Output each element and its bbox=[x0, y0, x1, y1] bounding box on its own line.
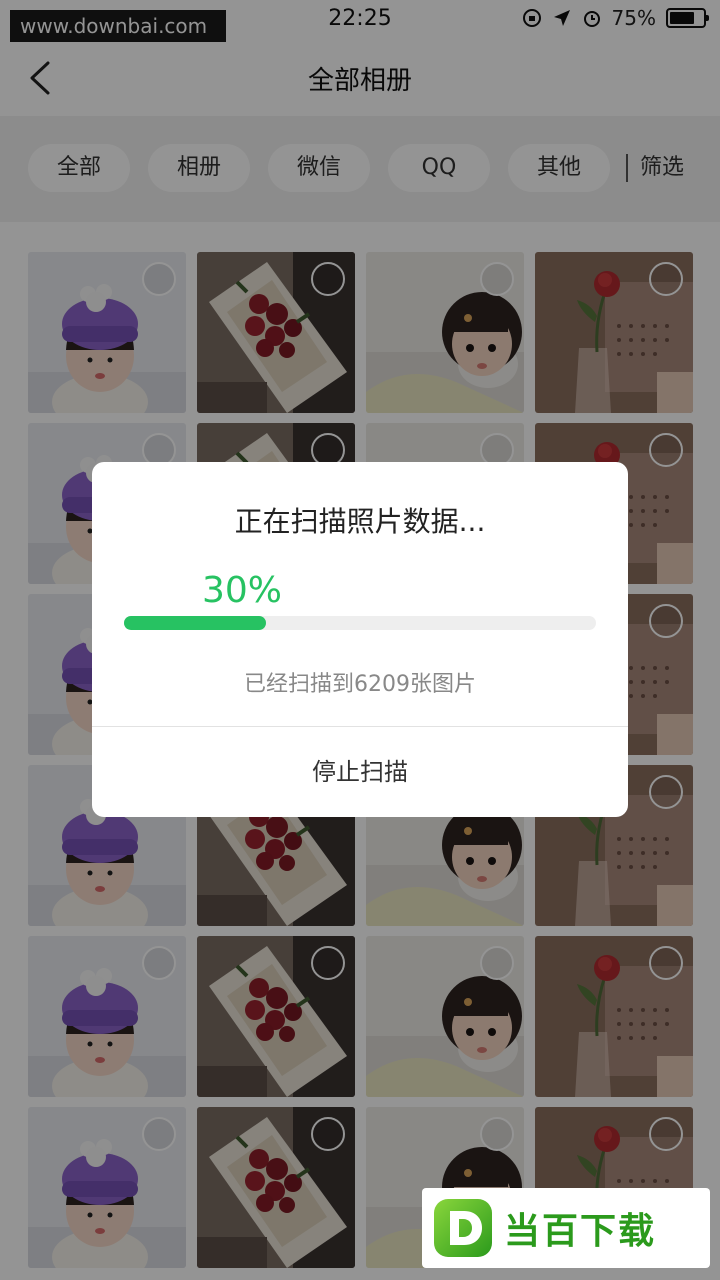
brand-logo-icon bbox=[434, 1199, 492, 1257]
progress-bar bbox=[124, 616, 596, 630]
dialog-title: 正在扫描照片数据... bbox=[234, 505, 486, 538]
brand-text: 当百下载 bbox=[504, 1211, 657, 1252]
scan-count-text: 已经扫描到6209张图片 bbox=[244, 672, 476, 697]
progress-percent: 30% bbox=[202, 570, 283, 611]
progress-fill bbox=[124, 616, 266, 630]
stop-scan-button[interactable]: 停止扫描 bbox=[92, 727, 628, 817]
scan-dialog: 正在扫描照片数据... 30% 已经扫描到6209张图片 停止扫描 bbox=[92, 462, 628, 817]
brand-watermark: 当百下载 bbox=[422, 1188, 710, 1268]
